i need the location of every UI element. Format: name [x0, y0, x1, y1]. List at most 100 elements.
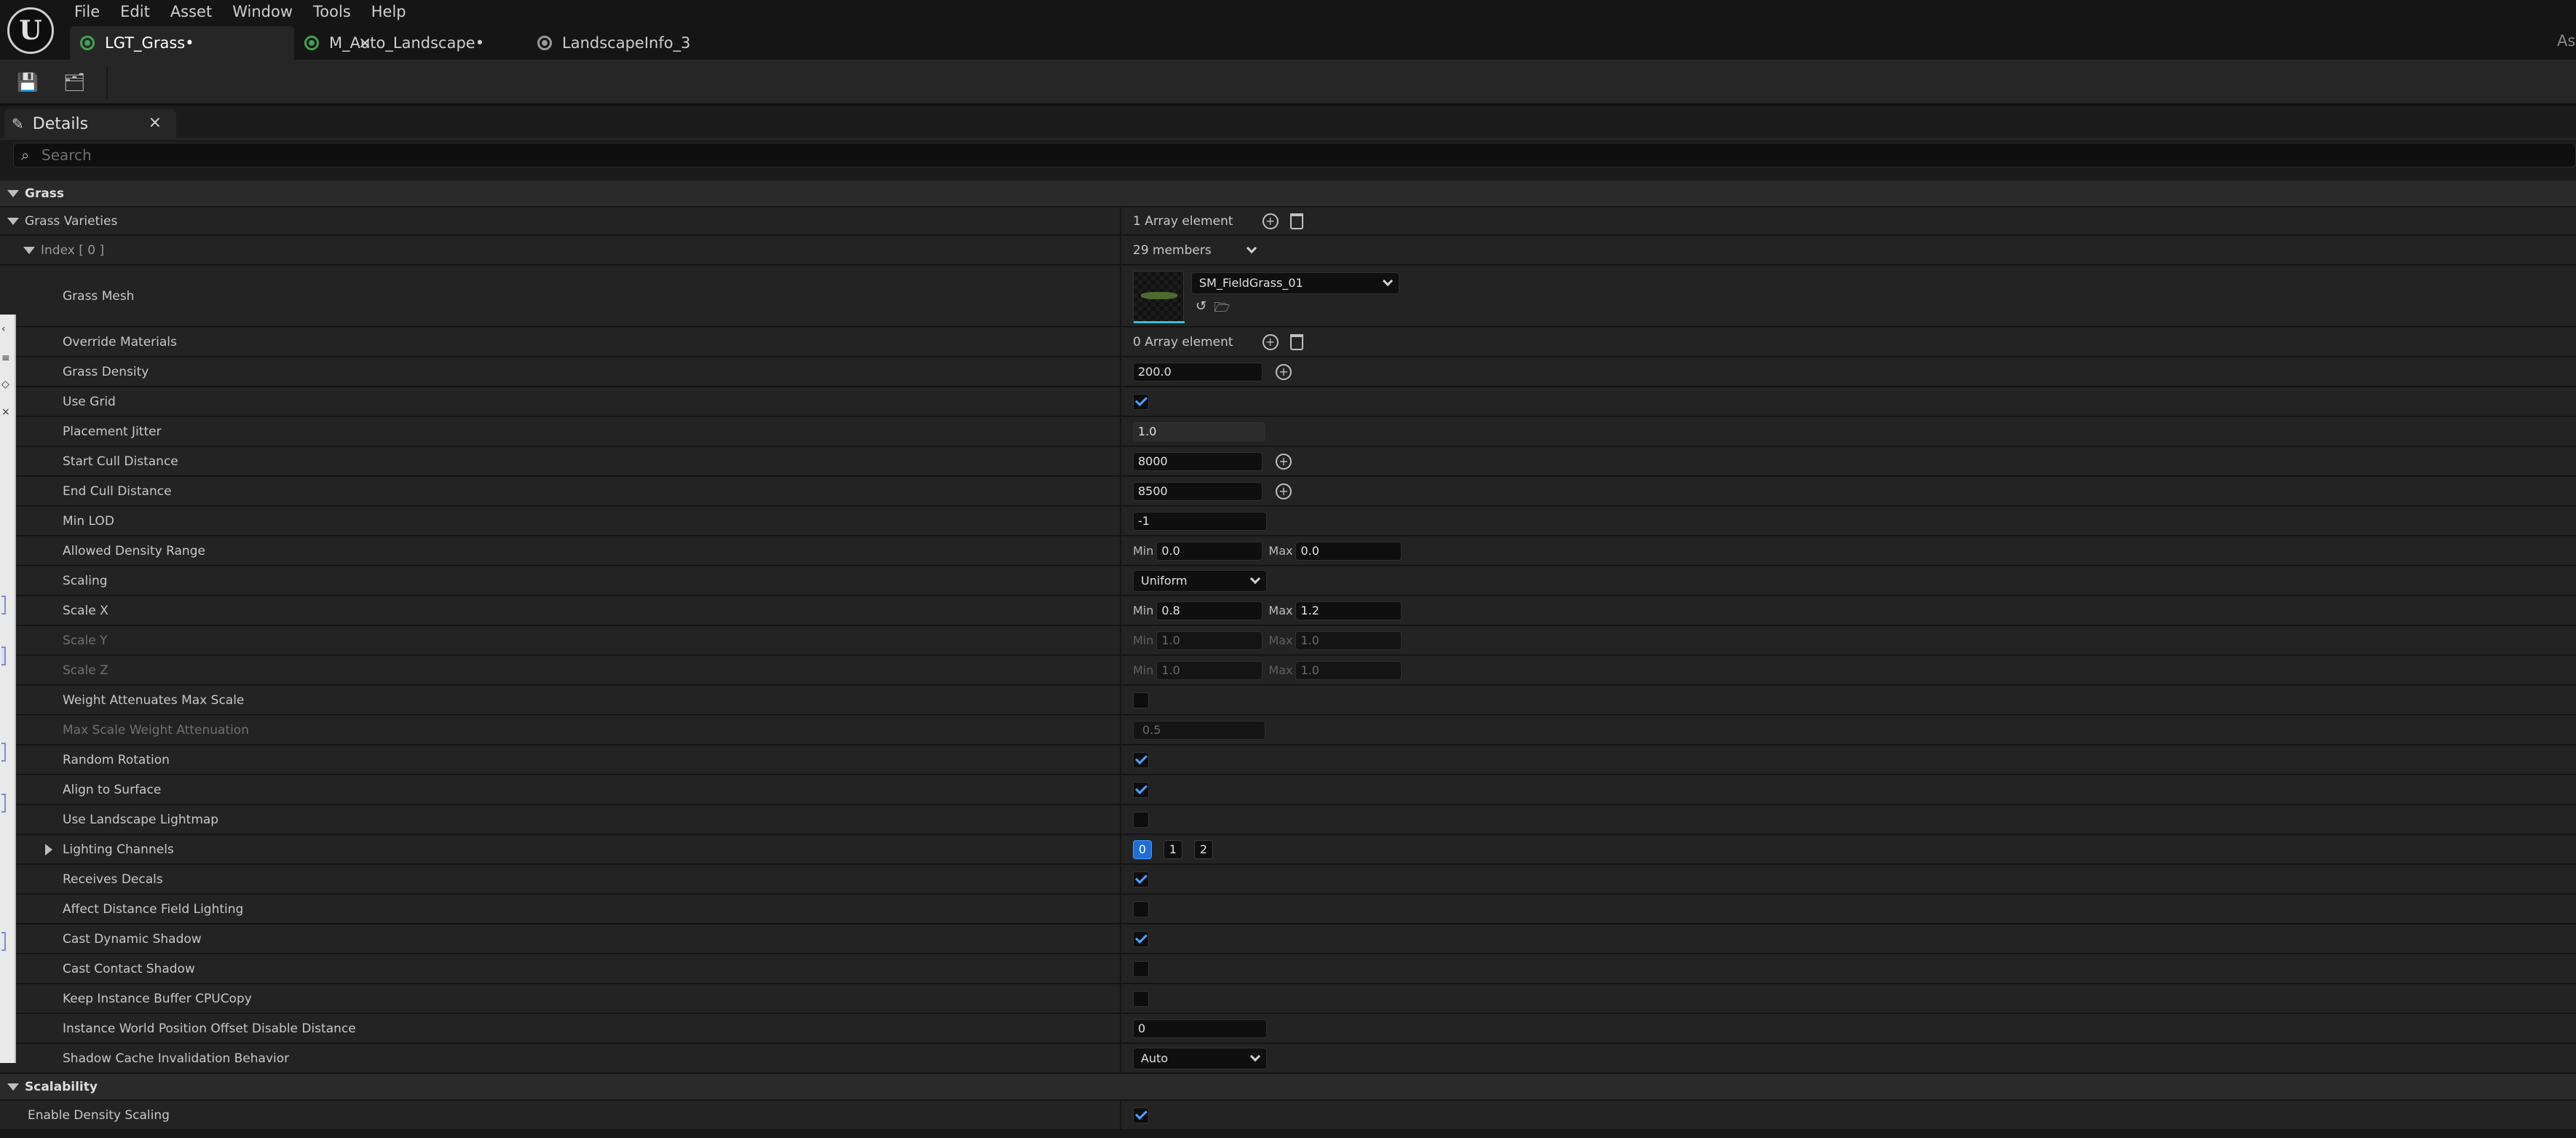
tab-landscape-info[interactable]: LandscapeInfo_3: [527, 26, 700, 60]
property-label: Placement Jitter: [63, 424, 162, 439]
toolbar-separator: [106, 66, 108, 99]
min-lod-input[interactable]: -1: [1133, 511, 1267, 531]
property-label: Lighting Channels: [63, 842, 174, 857]
lighting-channel-2[interactable]: 2: [1194, 839, 1213, 859]
details-tab[interactable]: ✎ Details ×: [4, 109, 176, 138]
property-label: Start Cull Distance: [63, 454, 178, 469]
tab-lgt-grass[interactable]: LGT_Grass• ×: [70, 26, 371, 60]
scale-x-min-input[interactable]: 0.8: [1156, 601, 1263, 620]
property-label: Override Materials: [63, 334, 177, 349]
row-weight-attenuates-max-scale: Weight Attenuates Max Scale: [0, 686, 2576, 715]
details-tab-label: Details: [32, 114, 89, 133]
property-label: Use Landscape Lightmap: [63, 812, 219, 827]
grass-mesh-dropdown[interactable]: SM_FieldGrass_01: [1191, 272, 1399, 294]
row-cast-contact-shadow: Cast Contact Shadow: [0, 955, 2576, 984]
row-enable-density-scaling: Enable Density Scaling: [0, 1101, 2576, 1130]
shadow-cache-dropdown[interactable]: Auto: [1133, 1047, 1267, 1070]
browse-to-asset-icon[interactable]: 🗂: [63, 71, 86, 93]
menu-edit[interactable]: Edit: [119, 0, 163, 23]
property-label: Scale Y: [63, 633, 108, 648]
grass-density-input[interactable]: 200.0: [1133, 362, 1263, 382]
row-instance-wpo-disable-distance: Instance World Position Offset Disable D…: [0, 1014, 2576, 1043]
category-label: Grass: [25, 186, 65, 201]
random-rotation-checkbox[interactable]: [1133, 751, 1149, 768]
unreal-logo-icon[interactable]: U: [7, 7, 54, 54]
mesh-thumbnail[interactable]: [1133, 270, 1185, 323]
add-element-icon[interactable]: +: [1262, 333, 1279, 350]
enable-density-scaling-checkbox[interactable]: [1133, 1107, 1149, 1123]
property-label: Allowed Density Range: [63, 543, 205, 558]
members-count[interactable]: 29 members: [1133, 243, 1212, 258]
row-start-cull-distance: Start Cull Distance 8000 +: [0, 447, 2576, 476]
trash-icon[interactable]: [1289, 333, 1303, 350]
expand-arrow-icon[interactable]: [23, 246, 35, 254]
close-icon[interactable]: ×: [149, 114, 162, 132]
row-cast-dynamic-shadow: Cast Dynamic Shadow: [0, 925, 2576, 954]
property-label: End Cull Distance: [63, 483, 172, 499]
menu-asset[interactable]: Asset: [169, 0, 225, 23]
save-icon[interactable]: 💾: [16, 71, 39, 93]
row-grass-density: Grass Density 200.0 +: [0, 357, 2576, 387]
expand-arrow-icon[interactable]: [7, 1083, 19, 1091]
scale-z-min-input: 1.0: [1156, 660, 1263, 680]
row-max-scale-weight-attenuation: Max Scale Weight Attenuation 0.5: [0, 716, 2576, 745]
weight-attenuates-checkbox[interactable]: [1133, 692, 1149, 708]
property-label: Shadow Cache Invalidation Behavior: [63, 1051, 290, 1066]
expand-arrow-icon[interactable]: [45, 843, 52, 856]
end-cull-distance-input[interactable]: 8500: [1133, 481, 1263, 501]
expand-arrow-icon[interactable]: [7, 189, 19, 197]
expand-arrow-icon[interactable]: [7, 217, 19, 225]
add-element-icon[interactable]: +: [1262, 213, 1279, 229]
property-label: Min LOD: [63, 513, 114, 529]
property-label: Keep Instance Buffer CPUCopy: [63, 991, 252, 1006]
align-to-surface-checkbox[interactable]: [1133, 781, 1149, 798]
use-grid-checkbox[interactable]: [1133, 393, 1149, 410]
property-label: Weight Attenuates Max Scale: [63, 692, 245, 708]
search-box[interactable]: ⌕: [13, 143, 2576, 167]
cast-dynamic-shadow-checkbox[interactable]: [1133, 930, 1149, 947]
asset-toolbar: 💾 🗂: [0, 60, 2576, 105]
row-end-cull-distance: End Cull Distance 8500 +: [0, 477, 2576, 506]
affect-distance-field-checkbox[interactable]: [1133, 901, 1149, 917]
add-icon[interactable]: +: [1276, 483, 1292, 499]
menu-bar: File Edit Asset Window Tools Help: [73, 0, 425, 23]
menu-file[interactable]: File: [73, 0, 113, 23]
cast-contact-shadow-checkbox[interactable]: [1133, 960, 1149, 977]
document-tabs: LGT_Grass• × M_Auto_Landscape• Landscape…: [70, 26, 700, 60]
row-shadow-cache-invalidation: Shadow Cache Invalidation Behavior Auto: [0, 1044, 2576, 1073]
add-icon[interactable]: +: [1276, 363, 1292, 380]
use-selected-icon[interactable]: ↺: [1196, 299, 1206, 320]
row-affect-distance-field-lighting: Affect Distance Field Lighting: [0, 895, 2576, 924]
chevron-down-icon[interactable]: [1246, 242, 1257, 253]
row-receives-decals: Receives Decals: [0, 865, 2576, 894]
row-allowed-density-range: Allowed Density Range Min 0.0 Max 0.0: [0, 537, 2576, 566]
wpo-disable-distance-input[interactable]: 0: [1133, 1019, 1267, 1038]
property-label: Index [ 0 ]: [41, 242, 105, 258]
property-label: Grass Varieties: [25, 213, 118, 229]
scale-x-max-input[interactable]: 1.2: [1295, 601, 1402, 620]
trash-icon[interactable]: [1289, 213, 1303, 229]
receives-decals-checkbox[interactable]: [1133, 871, 1149, 888]
menu-help[interactable]: Help: [370, 0, 419, 23]
start-cull-distance-input[interactable]: 8000: [1133, 451, 1263, 471]
add-icon[interactable]: +: [1276, 453, 1292, 470]
scaling-dropdown[interactable]: Uniform: [1133, 569, 1267, 592]
array-count: 0 Array element: [1133, 334, 1233, 349]
search-input[interactable]: [42, 145, 2517, 165]
lighting-channel-1[interactable]: 1: [1163, 839, 1182, 859]
row-scale-x: Scale X Min 0.8 Max 1.2: [0, 596, 2576, 625]
row-override-materials: Override Materials 0 Array element +: [0, 328, 2576, 357]
density-max-input[interactable]: 0.0: [1295, 541, 1402, 561]
keep-instance-buffer-checkbox[interactable]: [1133, 990, 1149, 1007]
category-scalability[interactable]: Scalability: [0, 1074, 2576, 1100]
menu-window[interactable]: Window: [231, 0, 306, 23]
lighting-channel-0[interactable]: 0: [1133, 839, 1152, 859]
use-landscape-lightmap-checkbox[interactable]: [1133, 811, 1149, 828]
category-grass[interactable]: Grass: [0, 181, 2576, 207]
placement-jitter-slider[interactable]: 1.0: [1133, 422, 1265, 441]
density-min-input[interactable]: 0.0: [1156, 541, 1263, 561]
browse-icon[interactable]: 🗁: [1214, 299, 1230, 320]
tab-m-auto-landscape[interactable]: M_Auto_Landscape•: [294, 26, 527, 60]
menu-tools[interactable]: Tools: [312, 0, 364, 23]
background-window-edge: ‹ ≡ ◇ ×: [0, 315, 16, 1063]
